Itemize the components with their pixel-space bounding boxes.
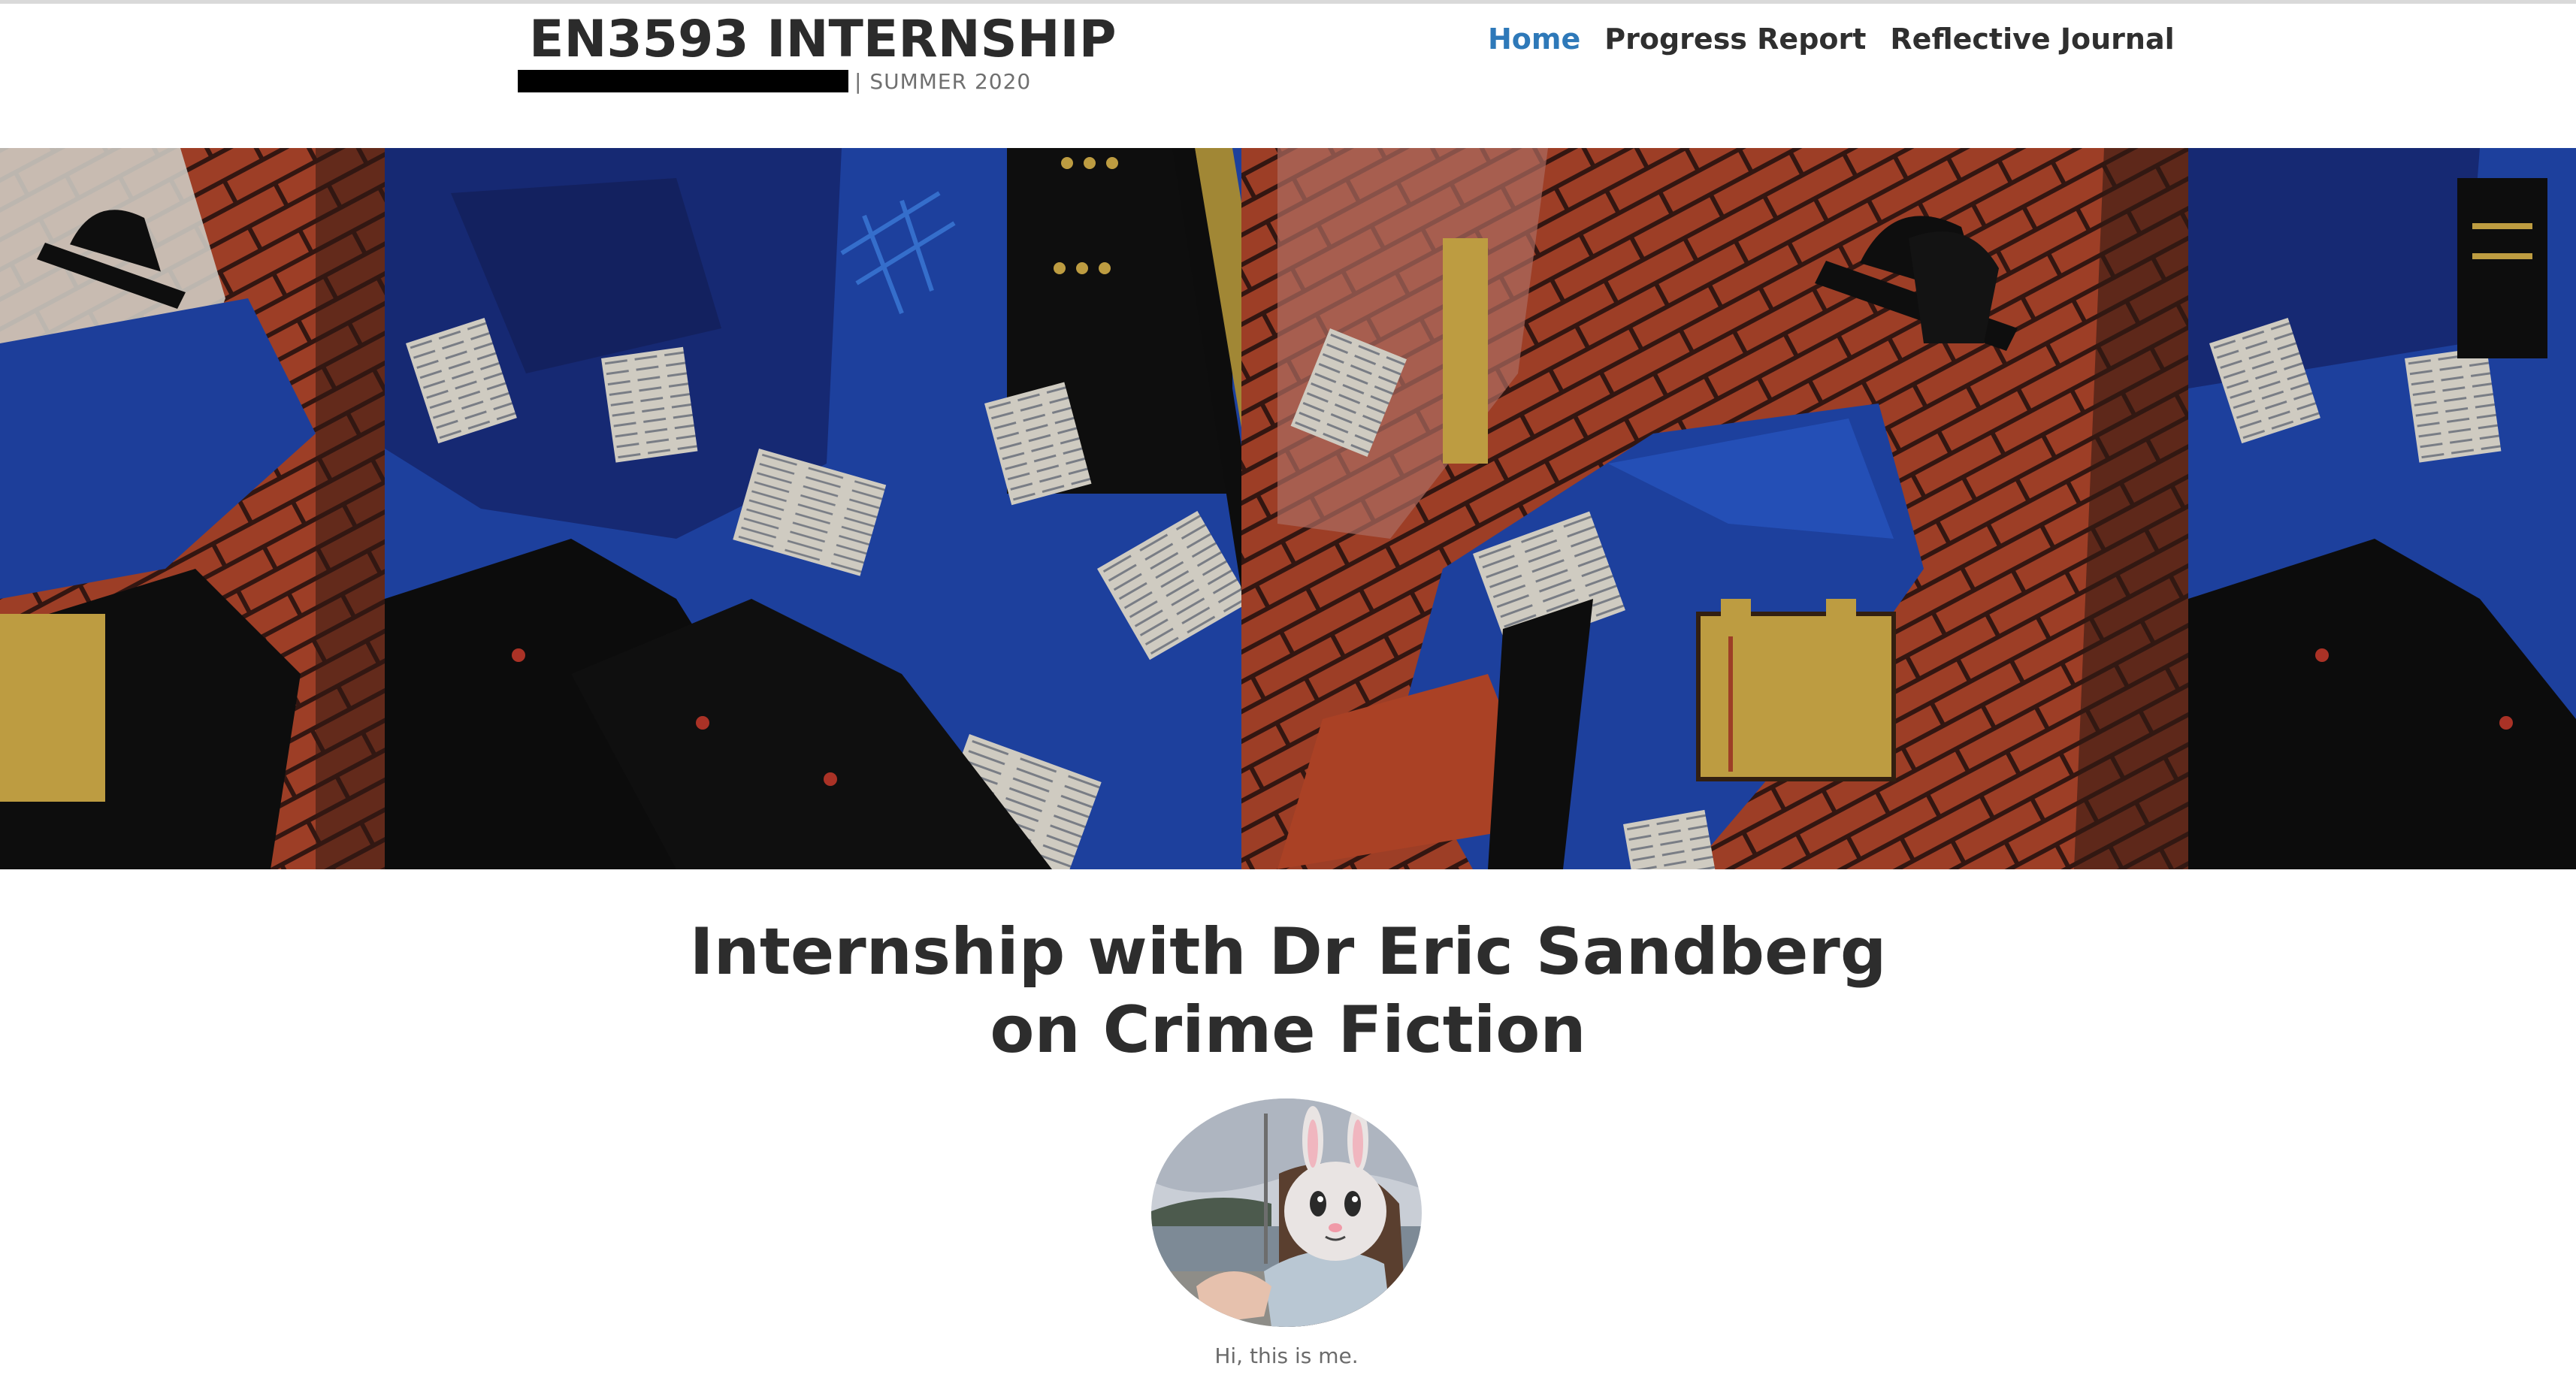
site-tagline: | SUMMER 2020 — [518, 68, 1031, 95]
top-rule — [0, 0, 2576, 4]
tagline-text: | SUMMER 2020 — [854, 68, 1032, 94]
main-navigation: Home Progress Report Reflective Journal — [1488, 17, 2175, 62]
avatar — [1151, 1098, 1422, 1327]
nav-progress-report[interactable]: Progress Report — [1604, 17, 1866, 62]
hero-banner-image — [0, 148, 2576, 869]
avatar-caption: Hi, this is me. — [1214, 1343, 1359, 1368]
site-title-link[interactable]: EN3593 INTERNSHIP — [529, 6, 1117, 74]
nav-home[interactable]: Home — [1488, 17, 1580, 62]
profile-photo-icon — [1151, 1098, 1422, 1327]
avatar-figure: Hi, this is me. — [1151, 1098, 1422, 1368]
nav-reflective-journal[interactable]: Reflective Journal — [1890, 17, 2174, 62]
page-title: Internship with Dr Eric Sandberg on Crim… — [689, 914, 1887, 1068]
redacted-name-bar — [518, 70, 848, 92]
page: EN3593 INTERNSHIP | SUMMER 2020 Home Pro… — [0, 0, 2576, 1375]
